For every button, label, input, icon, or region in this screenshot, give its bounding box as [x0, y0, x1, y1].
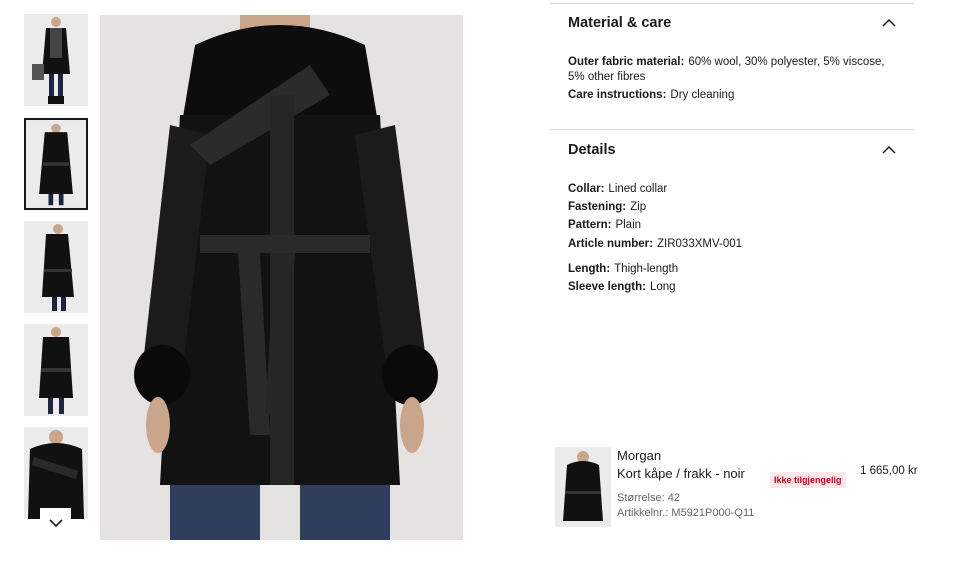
care-label: Care instructions:	[568, 89, 667, 101]
status-badge: Ikke tilgjengelig	[770, 472, 846, 488]
thumbnail-2[interactable]	[24, 118, 88, 210]
thumbnail-scroll-down-button[interactable]	[40, 508, 71, 539]
collar-attribute: Collar: Lined collar	[568, 182, 898, 197]
section-divider	[550, 129, 914, 130]
thumbnail-1-image	[24, 14, 88, 106]
collar-label: Collar:	[568, 183, 605, 195]
cart-item-name[interactable]: Kort kåpe / frakk - noir	[617, 466, 745, 481]
main-product-image[interactable]	[100, 15, 463, 540]
cart-item-thumbnail[interactable]	[555, 447, 611, 527]
article-number-attribute: Article number: ZIR033XMV-001	[568, 237, 898, 252]
cart-item-image	[555, 447, 611, 527]
cart-item-brand: Morgan	[617, 448, 662, 463]
thumbnail-4-image	[24, 324, 88, 416]
details-header[interactable]: Details	[568, 140, 896, 160]
care-attribute: Care instructions: Dry cleaning	[568, 88, 898, 103]
sleeve-length-attribute: Sleeve length: Long	[568, 280, 898, 295]
pattern-value: Plain	[615, 219, 642, 231]
material-care-header[interactable]: Material & care	[568, 13, 896, 33]
article-number-value: ZIR033XMV-001	[657, 238, 743, 250]
length-label: Length:	[568, 263, 611, 275]
chevron-up-icon	[882, 145, 896, 154]
cart-item-article: Artikkelnr.: M5921P000-Q11	[617, 507, 755, 519]
thumbnail-1[interactable]	[24, 14, 88, 106]
details-title: Details	[568, 142, 616, 158]
outer-fabric-label: Outer fabric material:	[568, 56, 685, 68]
fastening-attribute: Fastening: Zip	[568, 200, 898, 215]
fastening-value: Zip	[630, 201, 647, 213]
care-value: Dry cleaning	[670, 89, 735, 101]
sleeve-length-value: Long	[649, 281, 676, 293]
top-divider	[550, 3, 914, 4]
chevron-down-icon	[48, 519, 63, 528]
material-care-title: Material & care	[568, 15, 672, 31]
thumbnail-4[interactable]	[24, 324, 88, 416]
cart-item-price: 1 665,00 kr	[860, 465, 918, 477]
thumbnail-5[interactable]	[24, 427, 88, 519]
outer-fabric-attribute: Outer fabric material: 60% wool, 30% poly…	[568, 55, 898, 85]
fastening-label: Fastening:	[568, 201, 627, 213]
length-value: Thigh-length	[614, 263, 679, 275]
thumbnail-5-image	[24, 427, 88, 519]
pattern-attribute: Pattern: Plain	[568, 218, 898, 233]
sleeve-length-label: Sleeve length:	[568, 281, 646, 293]
article-number-label: Article number:	[568, 238, 653, 250]
collar-value: Lined collar	[608, 183, 668, 195]
thumbnail-2-image	[26, 120, 86, 208]
coat-image	[100, 15, 463, 540]
thumbnail-3-image	[24, 221, 88, 313]
chevron-up-icon	[882, 18, 896, 27]
cart-item-size: Størrelse: 42	[617, 492, 680, 504]
thumbnail-strip	[24, 14, 88, 540]
thumbnail-3[interactable]	[24, 221, 88, 313]
pattern-label: Pattern:	[568, 219, 612, 231]
length-attribute: Length: Thigh-length	[568, 262, 898, 277]
